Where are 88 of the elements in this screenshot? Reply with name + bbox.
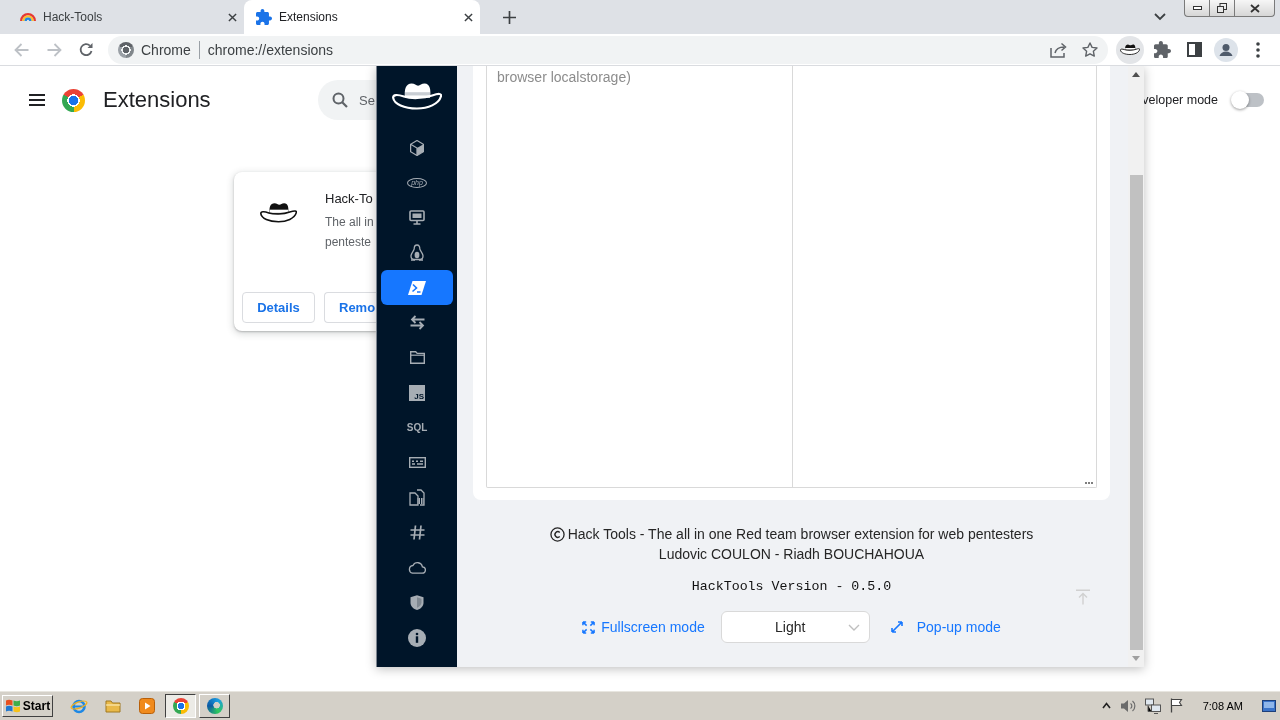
page-title: Extensions [103, 87, 211, 113]
form-icon [408, 457, 426, 468]
media-player-icon [139, 697, 155, 714]
hat-logo [392, 82, 442, 110]
nav-item[interactable]: SQL [381, 410, 453, 445]
close-window-button[interactable] [1234, 0, 1275, 17]
puzzle-icon [1153, 41, 1171, 58]
close-icon [227, 12, 237, 22]
clock-text: 7:08 AM [1202, 699, 1243, 712]
hash-icon [409, 525, 425, 540]
caret-icon [847, 623, 860, 631]
document-barcode-icon [409, 489, 425, 506]
diagonal-arrows-icon [890, 621, 903, 633]
chrome-logo-icon [118, 41, 134, 58]
avatar-icon [1214, 37, 1238, 62]
cloud-icon [408, 561, 426, 574]
share-icon [1049, 41, 1067, 58]
puzzle-icon [256, 9, 272, 25]
restore-button[interactable] [1209, 0, 1234, 17]
info-icon [408, 628, 426, 647]
authors-text: Ludovic COULON - Riadh BOUCHAHOUA [658, 545, 925, 564]
taskbar-window-button[interactable] [165, 693, 196, 718]
copyright-icon [549, 526, 565, 542]
speaker-icon[interactable] [1119, 698, 1136, 713]
browser-tab[interactable]: Extensions [244, 0, 480, 34]
scrollbar[interactable] [1128, 66, 1144, 667]
chrome-logo-icon [172, 697, 189, 714]
extension-action-button[interactable]: Details [242, 292, 315, 323]
restore-icon [1217, 3, 1227, 13]
penguin-icon [410, 244, 424, 261]
minimize-icon [1192, 6, 1202, 10]
theme-select[interactable]: Light [720, 611, 870, 643]
network-icon[interactable] [1144, 697, 1161, 714]
extension-action-button[interactable]: Remo [324, 292, 376, 323]
folder-icon [105, 698, 121, 713]
version-text: HackTools Version - 0.5.0 [691, 578, 892, 596]
forward-arrow-icon [46, 42, 62, 57]
browser-tab[interactable]: Hack-Tools [8, 0, 244, 34]
close-icon [1249, 3, 1260, 13]
rainbow-icon [20, 13, 36, 21]
show-desktop-icon[interactable] [1262, 699, 1276, 712]
nav-item[interactable] [381, 270, 453, 305]
folder-icon [409, 351, 425, 364]
address-bar[interactable]: Chrome chrome://extensions [108, 35, 1108, 64]
credit-text: Hack Tools - The all in one Red team browser extension for web pentesters [567, 525, 1034, 544]
terminal-icon [408, 280, 426, 295]
star-icon [1082, 41, 1098, 58]
chevron-down-icon [1154, 13, 1166, 21]
kebab-menu-icon [1256, 41, 1260, 58]
flag-icon[interactable] [1169, 698, 1183, 713]
url-text: chrome://extensions [207, 41, 334, 58]
toggle-switch[interactable] [1231, 90, 1265, 110]
shield-icon [410, 594, 424, 611]
search-icon [332, 92, 348, 108]
monitor-icon [409, 210, 425, 225]
fullscreen-icon [582, 620, 596, 634]
scroll-thumb[interactable] [1129, 175, 1143, 650]
profile-button[interactable] [1212, 35, 1240, 64]
plus-icon [502, 10, 516, 24]
side-panel-icon [1186, 42, 1202, 57]
site-label: Chrome [141, 41, 191, 58]
hat-icon [260, 200, 297, 225]
close-icon [463, 12, 473, 22]
cube-icon [410, 139, 424, 156]
search-bar[interactable]: Se [318, 80, 376, 120]
js-logo: JS [409, 384, 425, 401]
start-button[interactable]: Start [2, 694, 53, 717]
extension-description: penteste [325, 234, 373, 251]
globe-ring-icon [70, 697, 88, 714]
search-input[interactable]: Se [359, 92, 376, 108]
back-arrow-icon [14, 42, 30, 57]
fullscreen-link[interactable]: Fullscreen mode [582, 619, 705, 635]
minimize-button[interactable] [1184, 0, 1209, 17]
menu-icon [29, 94, 45, 106]
extension-name: Hack-To [325, 190, 374, 208]
scroll-up-icon[interactable] [1132, 72, 1140, 77]
developer-mode-label: veloper mode [1142, 93, 1218, 107]
windows-flag-icon [4, 698, 21, 713]
chevron-up-icon[interactable] [1101, 702, 1111, 709]
hat-icon [1120, 43, 1140, 56]
extension-description: The all in [325, 214, 375, 231]
edge-logo-icon [206, 697, 223, 714]
extension-button[interactable] [1116, 35, 1144, 64]
popup-mode-link[interactable]: Pop-up mode [890, 619, 1001, 635]
nav-item[interactable]: JS [381, 375, 453, 410]
chrome-logo-icon [62, 88, 85, 112]
swap-arrows-icon [409, 315, 425, 330]
reload-icon [78, 41, 94, 58]
